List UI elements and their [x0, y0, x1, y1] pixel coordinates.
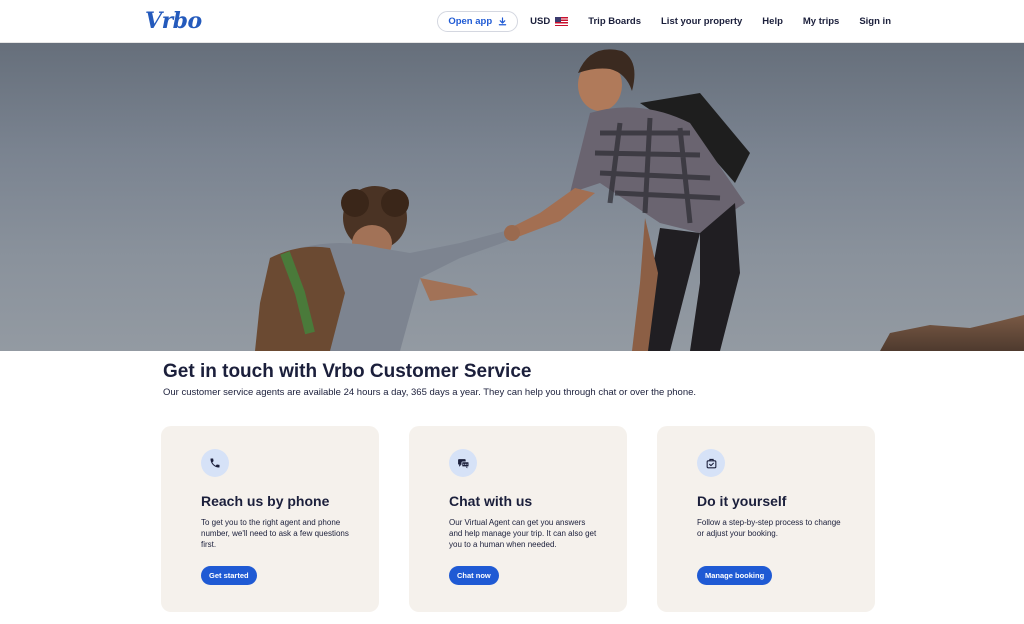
suitcase-check-icon	[706, 458, 716, 468]
currency-selector[interactable]: USD	[530, 16, 569, 27]
nav-trip-boards[interactable]: Trip Boards	[588, 16, 641, 27]
vrbo-logo[interactable]: Vrbo	[145, 8, 202, 34]
chat-icon	[457, 458, 469, 468]
chat-now-button[interactable]: Chat now	[449, 566, 499, 585]
phone-icon	[210, 458, 220, 468]
open-app-label: Open app	[448, 16, 493, 27]
phone-card: Reach us by phone To get you to the righ…	[161, 426, 379, 612]
card-title: Chat with us	[449, 493, 533, 509]
manage-booking-button[interactable]: Manage booking	[697, 566, 773, 585]
card-body: To get you to the right agent and phone …	[201, 518, 349, 549]
currency-label: USD	[530, 16, 551, 27]
nav-my-trips[interactable]: My trips	[803, 16, 839, 27]
hero-illustration	[255, 49, 1024, 351]
page-subtitle: Our customer service agents are availabl…	[163, 387, 697, 398]
child-figure	[255, 186, 508, 351]
hero-image	[0, 43, 1024, 351]
suitcase-icon-circle	[697, 449, 725, 477]
get-started-button[interactable]: Get started	[201, 566, 257, 585]
page-title: Get in touch with Vrbo Customer Service	[163, 361, 532, 382]
open-app-button[interactable]: Open app	[437, 11, 519, 32]
nav-sign-in[interactable]: Sign in	[859, 16, 891, 27]
chat-card: Chat with us Our Virtual Agent can get y…	[409, 426, 627, 612]
download-icon	[498, 17, 507, 26]
self-service-card: Do it yourself Follow a step-by-step pro…	[657, 426, 875, 612]
card-title: Do it yourself	[697, 493, 787, 509]
clasped-hands	[504, 225, 520, 241]
card-body: Our Virtual Agent can get you answers an…	[449, 518, 597, 549]
top-header: Vrbo Open app USD Trip Boards List your …	[0, 0, 1024, 43]
card-body: Follow a step-by-step process to change …	[697, 518, 841, 538]
woman-figure	[510, 49, 750, 351]
top-nav: Open app USD Trip Boards List your prope…	[437, 11, 891, 32]
nav-list-your-property[interactable]: List your property	[661, 16, 742, 27]
us-flag-icon	[555, 17, 569, 26]
rock-shape	[880, 315, 1024, 351]
card-title: Reach us by phone	[201, 493, 330, 509]
chat-icon-circle	[449, 449, 477, 477]
phone-icon-circle	[201, 449, 229, 477]
nav-help[interactable]: Help	[762, 16, 783, 27]
